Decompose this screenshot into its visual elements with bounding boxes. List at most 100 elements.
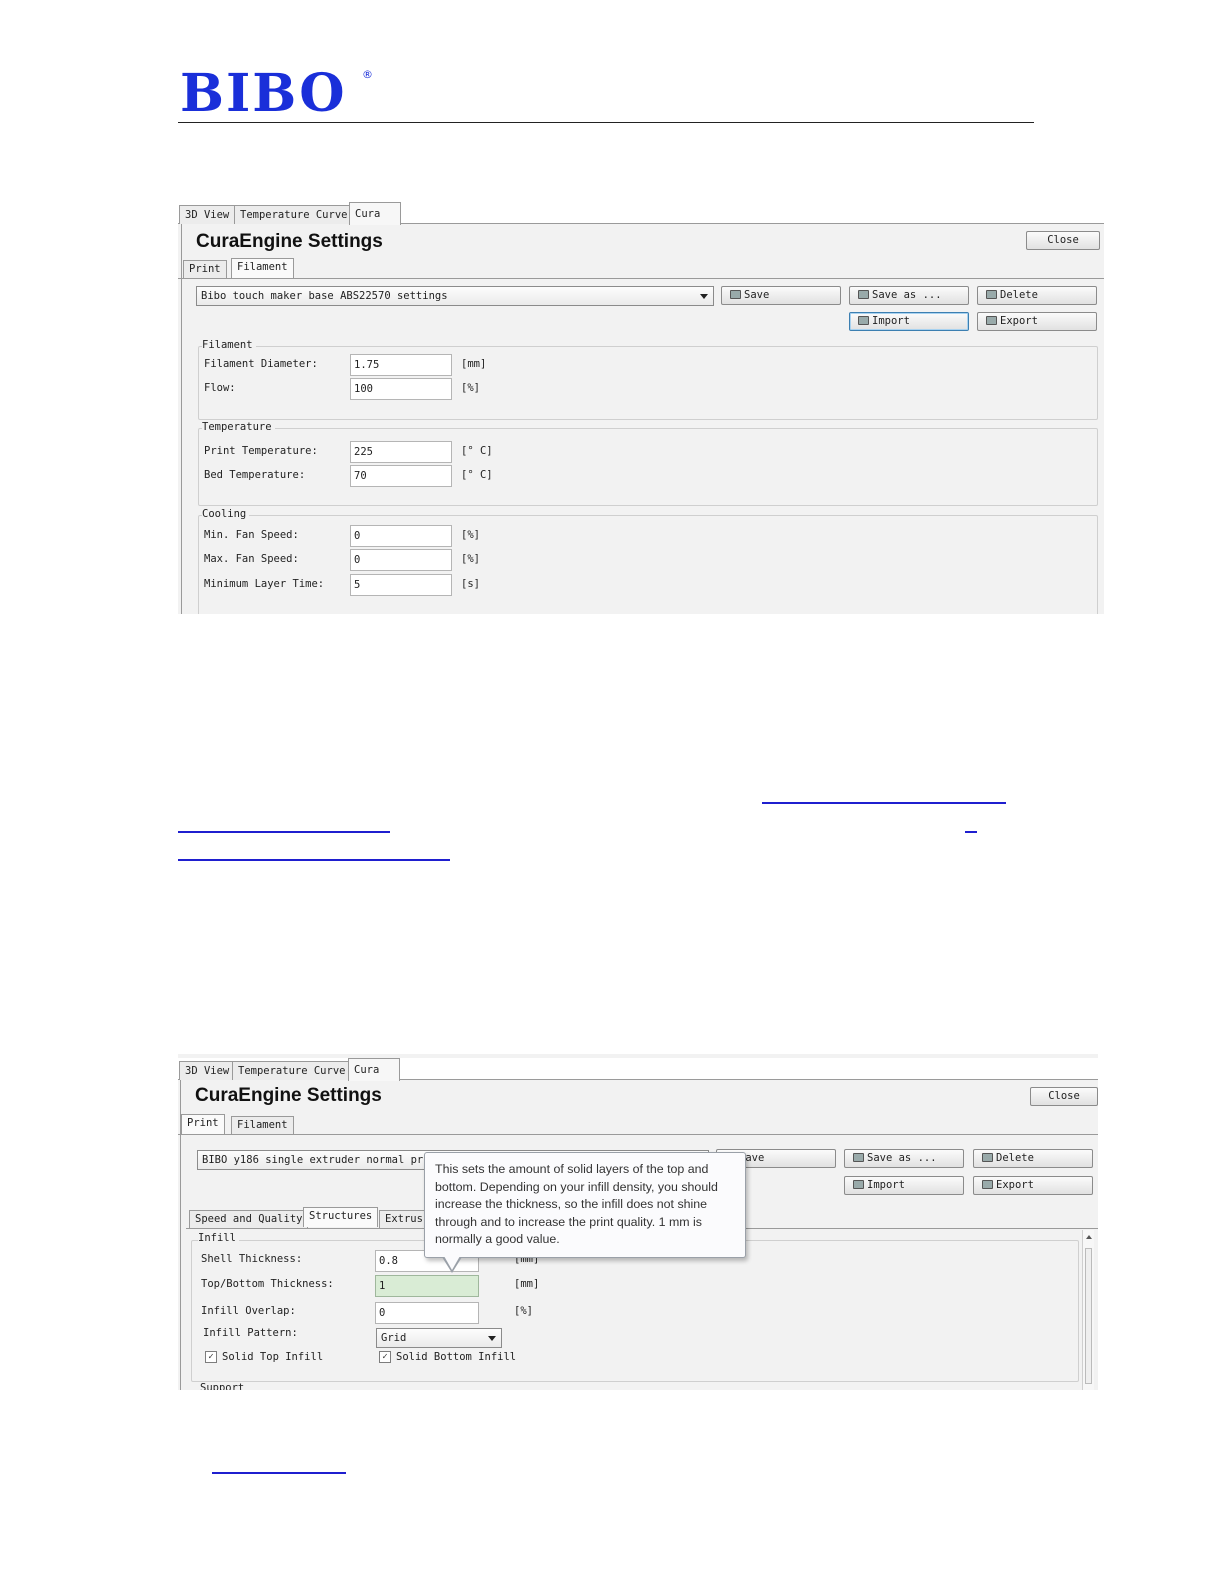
- cura-filament-screenshot: 3D View Temperature Curve Cura CuraEngin…: [178, 202, 1104, 614]
- logo-text: BIBO: [180, 63, 347, 124]
- disk-icon: [853, 1180, 864, 1189]
- trash-icon: [982, 1153, 993, 1162]
- top-tab-bar: 3D View Temperature Curve Cura: [178, 202, 1104, 225]
- infill-group: [191, 1240, 1079, 1382]
- hyperlink-underline[interactable]: [212, 1472, 346, 1474]
- profile-select[interactable]: Bibo touch maker base ABS22570 settings: [196, 286, 714, 306]
- subtab-divider: [178, 1134, 1098, 1135]
- vertical-scrollbar[interactable]: [1082, 1230, 1094, 1390]
- print-temperature-field[interactable]: 225: [350, 441, 452, 463]
- solid-bottom-infill-checkbox[interactable]: ✓: [379, 1351, 391, 1363]
- disk-icon: [730, 290, 741, 299]
- print-temperature-unit: [° C]: [461, 445, 493, 457]
- hyperlink-underline[interactable]: [178, 859, 450, 861]
- bed-temperature-field[interactable]: 70: [350, 465, 452, 487]
- save-as-button[interactable]: Save as ...: [844, 1149, 964, 1168]
- cura-structures-screenshot: 3D View Temperature Curve Cura CuraEngin…: [178, 1054, 1098, 1390]
- solid-bottom-infill-label: Solid Bottom Infill: [396, 1351, 517, 1363]
- infill-pattern-value: Grid: [381, 1332, 407, 1344]
- profile-select-value: BIBO y186 single extruder normal pri: [202, 1154, 430, 1166]
- delete-button-label: Delete: [1000, 289, 1038, 301]
- shell-thickness-label: Shell Thickness:: [201, 1253, 303, 1265]
- tab-cura[interactable]: Cura: [348, 1058, 400, 1081]
- min-layer-time-field[interactable]: 5: [350, 574, 452, 596]
- import-button[interactable]: Import: [849, 312, 969, 331]
- registered-mark: ®: [362, 68, 373, 81]
- tab-3d-view[interactable]: 3D View: [179, 205, 236, 224]
- page-title: CuraEngine Settings: [196, 231, 383, 252]
- subtab-print[interactable]: Print: [181, 1114, 225, 1134]
- save-as-button[interactable]: Save as ...: [849, 286, 969, 305]
- min-fan-speed-field[interactable]: 0: [350, 525, 452, 547]
- tab-temperature-curve[interactable]: Temperature Curve: [232, 1061, 352, 1080]
- top-bottom-thickness-label: Top/Bottom Thickness:: [201, 1278, 334, 1290]
- tab-structures[interactable]: Structures: [303, 1207, 379, 1227]
- filament-diameter-label: Filament Diameter:: [204, 358, 318, 370]
- hyperlink-underline[interactable]: [965, 831, 977, 833]
- min-fan-speed-label: Min. Fan Speed:: [204, 529, 299, 541]
- flow-label: Flow:: [204, 382, 236, 394]
- delete-button[interactable]: Delete: [977, 286, 1097, 305]
- close-button[interactable]: Close: [1030, 1087, 1098, 1106]
- disk-icon: [858, 290, 869, 299]
- tab-cura[interactable]: Cura: [349, 202, 401, 225]
- panel-left-edge: [181, 224, 182, 614]
- max-fan-speed-label: Max. Fan Speed:: [204, 553, 299, 565]
- disk-icon: [858, 316, 869, 325]
- cooling-group: [198, 515, 1098, 614]
- close-button[interactable]: Close: [1026, 231, 1100, 250]
- bed-temperature-unit: [° C]: [461, 469, 493, 481]
- support-group-label: Support: [200, 1382, 248, 1390]
- bed-temperature-label: Bed Temperature:: [204, 469, 306, 481]
- page-title: CuraEngine Settings: [195, 1085, 382, 1106]
- hyperlink-underline[interactable]: [178, 831, 390, 833]
- tab-temperature-curve[interactable]: Temperature Curve: [234, 205, 354, 224]
- min-fan-speed-unit: [%]: [461, 529, 480, 541]
- max-fan-speed-unit: [%]: [461, 553, 480, 565]
- export-button[interactable]: Export: [977, 312, 1097, 331]
- import-button[interactable]: Import: [844, 1176, 964, 1195]
- subtab-filament[interactable]: Filament: [231, 258, 294, 278]
- infill-pattern-label: Infill Pattern:: [203, 1327, 298, 1339]
- chevron-down-icon: [488, 1336, 496, 1341]
- infill-overlap-label: Infill Overlap:: [201, 1305, 296, 1317]
- filament-diameter-unit: [mm]: [461, 358, 487, 370]
- scroll-up-arrow-icon[interactable]: [1086, 1235, 1092, 1239]
- subtab-filament[interactable]: Filament: [231, 1116, 294, 1134]
- profile-select-value: Bibo touch maker base ABS22570 settings: [201, 290, 448, 302]
- export-button[interactable]: Export: [973, 1176, 1093, 1195]
- filament-group: [198, 346, 1098, 420]
- top-tab-bar: 3D View Temperature Curve Cura: [178, 1058, 1098, 1081]
- delete-button[interactable]: Delete: [973, 1149, 1093, 1168]
- scroll-thumb[interactable]: [1085, 1248, 1092, 1384]
- infill-overlap-field[interactable]: 0: [375, 1302, 479, 1324]
- disk-icon: [982, 1180, 993, 1189]
- tab-speed-and-quality[interactable]: Speed and Quality: [189, 1210, 309, 1228]
- save-as-button-label: Save as ...: [867, 1152, 937, 1164]
- top-bottom-thickness-field[interactable]: 1: [375, 1275, 479, 1297]
- max-fan-speed-field[interactable]: 0: [350, 549, 452, 571]
- save-button-label: Save: [744, 289, 770, 301]
- tooltip-top-bottom-thickness: This sets the amount of solid layers of …: [424, 1152, 746, 1258]
- hyperlink-underline[interactable]: [762, 802, 1006, 804]
- temperature-group: [198, 428, 1098, 506]
- tab-extrusion[interactable]: Extrus: [379, 1210, 429, 1228]
- header-rule: [178, 122, 1034, 123]
- filament-diameter-field[interactable]: 1.75: [350, 354, 452, 376]
- disk-icon: [853, 1153, 864, 1162]
- flow-field[interactable]: 100: [350, 378, 452, 400]
- subtab-print[interactable]: Print: [183, 260, 227, 278]
- solid-top-infill-label: Solid Top Infill: [222, 1351, 324, 1363]
- save-as-button-label: Save as ...: [872, 289, 942, 301]
- subtab-divider: [178, 278, 1104, 279]
- disk-icon: [986, 316, 997, 325]
- print-temperature-label: Print Temperature:: [204, 445, 318, 457]
- import-button-label: Import: [867, 1179, 905, 1191]
- export-button-label: Export: [1000, 315, 1038, 327]
- solid-top-infill-checkbox[interactable]: ✓: [205, 1351, 217, 1363]
- infill-pattern-select[interactable]: Grid: [376, 1328, 502, 1348]
- tab-3d-view[interactable]: 3D View: [179, 1061, 236, 1080]
- tooltip-tail-fill: [444, 1256, 460, 1270]
- save-button[interactable]: Save: [721, 286, 841, 305]
- export-button-label: Export: [996, 1179, 1034, 1191]
